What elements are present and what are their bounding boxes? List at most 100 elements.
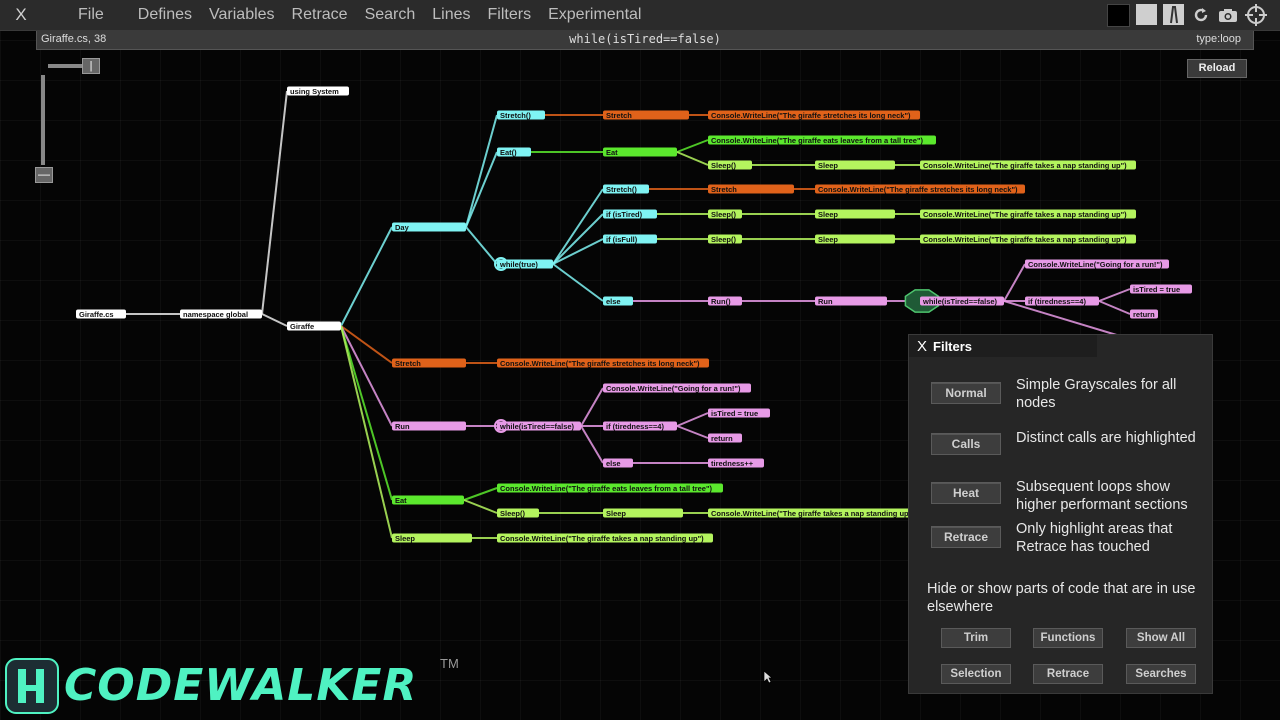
graph-node-label: Console.WriteLine("The giraffe stretches… <box>500 359 700 368</box>
graph-node[interactable]: Console.WriteLine("The giraffe stretches… <box>815 184 1025 194</box>
graph-node[interactable]: if (tiredness==4) <box>1025 296 1099 306</box>
graph-node[interactable]: Sleep() <box>708 209 742 219</box>
graph-node[interactable]: Stretch() <box>497 110 545 120</box>
filters-panel-title: Filters <box>933 338 973 354</box>
graph-node[interactable]: Sleep <box>815 234 895 244</box>
graph-node-label: return <box>1133 310 1155 319</box>
graph-node-label: Stretch <box>711 185 737 194</box>
graph-node[interactable]: Run <box>815 296 887 306</box>
graph-node-label: isTired = true <box>1133 285 1180 294</box>
graph-edge <box>465 226 498 265</box>
graph-node[interactable]: Run <box>392 421 466 431</box>
graph-node-label: Run <box>818 297 833 306</box>
graph-node[interactable]: Eat <box>392 495 464 505</box>
graph-node[interactable]: return <box>708 433 742 443</box>
graph-node[interactable]: Console.WriteLine("The giraffe eats leav… <box>497 483 723 493</box>
graph-node[interactable]: Sleep <box>392 533 472 543</box>
graph-node[interactable]: Sleep <box>815 209 895 219</box>
graph-node-label: if (tiredness==4) <box>606 422 664 431</box>
graph-node-label: while(isTired==false) <box>499 422 575 431</box>
graph-node[interactable]: Console.WriteLine("The giraffe takes a n… <box>497 533 713 543</box>
graph-node-label: Eat <box>395 496 407 505</box>
graph-node-label: Console.WriteLine("The giraffe takes a n… <box>923 235 1127 244</box>
graph-edge <box>261 313 288 327</box>
graph-node-label: else <box>606 297 621 306</box>
graph-node[interactable]: Sleep <box>603 508 683 518</box>
graph-node[interactable]: Sleep() <box>708 160 752 170</box>
graph-edge <box>1098 288 1131 302</box>
show-all-button[interactable]: Show All <box>1126 628 1196 648</box>
codewalker-logo-icon <box>4 657 60 720</box>
graph-node-label: Stretch <box>395 359 421 368</box>
graph-node-label: if (isFull) <box>606 235 638 244</box>
filter-calls-description: Distinct calls are highlighted <box>1016 430 1196 446</box>
graph-node-label: Console.WriteLine("Going for a run!") <box>1028 260 1163 269</box>
graph-node[interactable]: Console.WriteLine("The giraffe stretches… <box>497 358 709 368</box>
graph-node[interactable]: Console.WriteLine("The giraffe eats leav… <box>708 135 936 145</box>
graph-edge <box>676 425 709 439</box>
selection-button[interactable]: Selection <box>941 664 1011 684</box>
graph-node-label: Run <box>395 422 410 431</box>
graph-node[interactable]: isTired = true <box>1130 284 1192 294</box>
graph-node[interactable]: Stretch <box>392 358 466 368</box>
searches-button[interactable]: Searches <box>1126 664 1196 684</box>
graph-node[interactable]: Day <box>392 222 466 232</box>
filter-retrace-button[interactable]: Retrace <box>931 526 1001 548</box>
graph-edge <box>465 114 498 228</box>
graph-node-label: if (isTired) <box>606 210 643 219</box>
graph-node[interactable]: Console.WriteLine("The giraffe stretches… <box>708 110 920 120</box>
filter-normal-button[interactable]: Normal <box>931 382 1001 404</box>
graph-node[interactable]: Eat() <box>497 147 531 157</box>
graph-node[interactable]: using System <box>287 86 349 96</box>
graph-edge <box>463 487 498 501</box>
graph-node[interactable]: Console.WriteLine("The giraffe takes a n… <box>920 234 1136 244</box>
filter-heat-button[interactable]: Heat <box>931 482 1001 504</box>
graph-node[interactable]: else <box>603 458 633 468</box>
filter-calls-button[interactable]: Calls <box>931 433 1001 455</box>
graph-node-label: Sleep <box>818 210 838 219</box>
graph-edge <box>580 387 604 427</box>
graph-node[interactable]: isTired = true <box>708 408 770 418</box>
graph-node[interactable]: Console.WriteLine("Going for a run!") <box>603 383 751 393</box>
graph-node[interactable]: Giraffe <box>287 321 341 331</box>
graph-node[interactable]: return <box>1130 309 1158 319</box>
mouse-cursor-icon <box>763 670 773 689</box>
graph-node[interactable]: while(isTired==false) <box>920 296 1004 306</box>
graph-node[interactable]: Stretch <box>603 110 689 120</box>
graph-node[interactable]: if (isTired) <box>603 209 657 219</box>
graph-node[interactable]: Sleep() <box>708 234 742 244</box>
graph-node[interactable]: else <box>603 296 633 306</box>
graph-node[interactable]: while(isTired==false) <box>497 421 581 431</box>
graph-node[interactable]: Stretch <box>708 184 794 194</box>
graph-node-label: Sleep() <box>500 509 526 518</box>
graph-node-label: Console.WriteLine("The giraffe eats leav… <box>711 136 924 145</box>
graph-node[interactable]: if (isFull) <box>603 234 657 244</box>
graph-node[interactable]: Console.WriteLine("The giraffe takes a n… <box>920 160 1136 170</box>
graph-node[interactable]: Run() <box>708 296 742 306</box>
graph-node[interactable]: Sleep <box>815 160 895 170</box>
graph-node[interactable]: Console.WriteLine("The giraffe takes a n… <box>708 508 915 518</box>
graph-node-label: Console.WriteLine("The giraffe takes a n… <box>711 509 915 518</box>
functions-button[interactable]: Functions <box>1033 628 1103 648</box>
graph-node-label: Eat() <box>500 148 517 157</box>
graph-node[interactable]: Console.WriteLine("The giraffe takes a n… <box>920 209 1136 219</box>
graph-node[interactable]: tiredness++ <box>708 458 764 468</box>
close-filters-button[interactable]: X <box>917 338 927 355</box>
retrace-filter-button[interactable]: Retrace <box>1033 664 1103 684</box>
graph-node[interactable]: Eat <box>603 147 677 157</box>
graph-node[interactable]: Stretch() <box>603 184 649 194</box>
graph-node[interactable]: Giraffe.cs <box>76 309 126 319</box>
graph-edge <box>676 151 709 166</box>
trim-button[interactable]: Trim <box>941 628 1011 648</box>
graph-node-label: Stretch() <box>500 111 531 120</box>
filter-heat-description: Subsequent loops show higher performant … <box>1016 479 1188 513</box>
graph-edge <box>1003 263 1026 302</box>
graph-node-label: Day <box>395 223 410 232</box>
graph-edge <box>676 412 709 427</box>
graph-node[interactable]: Console.WriteLine("Going for a run!") <box>1025 259 1169 269</box>
graph-node[interactable]: namespace global <box>180 309 262 319</box>
graph-node[interactable]: if (tiredness==4) <box>603 421 677 431</box>
graph-node[interactable]: while(true) <box>497 259 553 269</box>
graph-node-label: Console.WriteLine("The giraffe takes a n… <box>923 161 1127 170</box>
graph-node[interactable]: Sleep() <box>497 508 539 518</box>
